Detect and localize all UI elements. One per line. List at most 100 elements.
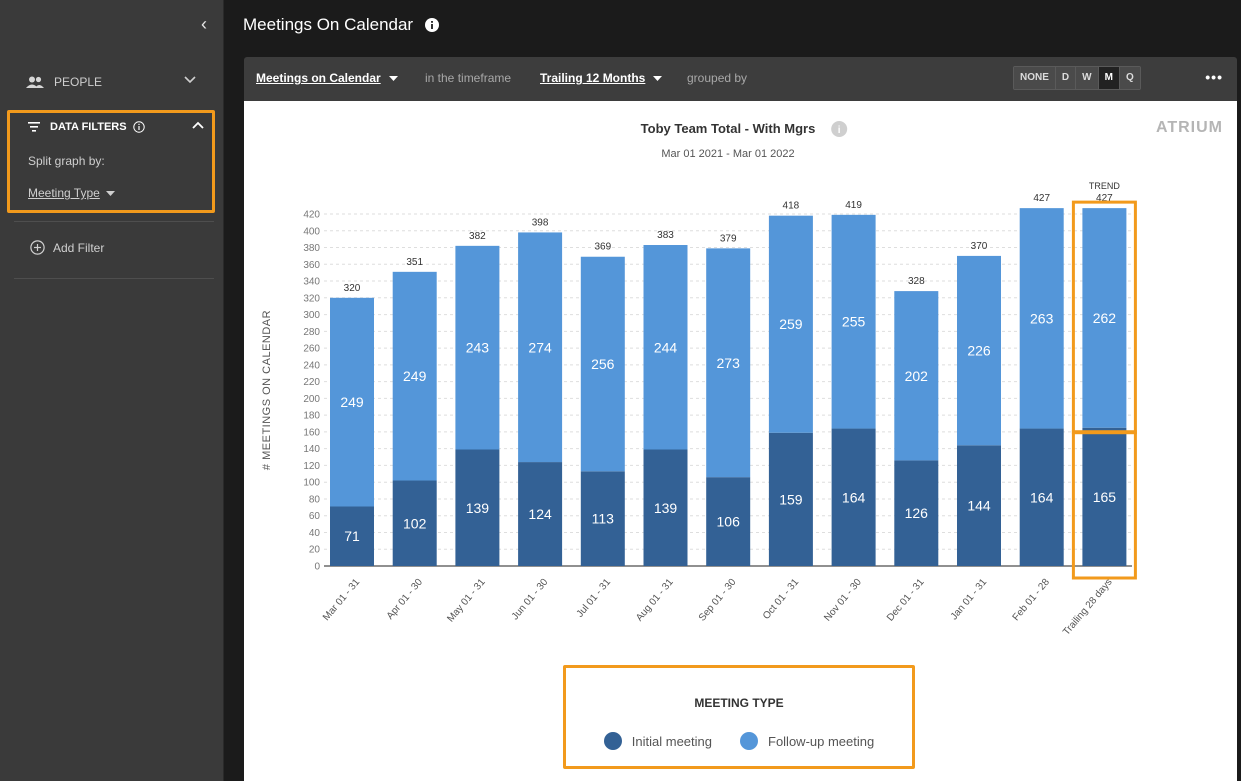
more-options-button[interactable]: ••• <box>1205 69 1223 85</box>
grouping-quarter-button[interactable]: Q <box>1119 67 1140 89</box>
info-icon[interactable] <box>425 18 440 32</box>
caret-down-icon <box>388 75 398 81</box>
info-icon[interactable] <box>132 121 145 133</box>
filter-icon <box>28 122 40 132</box>
metric-dropdown[interactable]: Meetings on Calendar <box>256 71 398 85</box>
data-label-total: 369 <box>594 242 611 253</box>
data-label-follow-up: 259 <box>779 316 803 332</box>
legend-label: Initial meeting <box>631 733 712 749</box>
x-tick-label: Oct 01 - 31 <box>761 577 802 622</box>
y-tick-label: 200 <box>303 394 320 405</box>
y-tick-label: 80 <box>309 494 321 505</box>
data-label-follow-up: 243 <box>466 340 490 356</box>
y-tick-label: 420 <box>303 210 320 221</box>
page-title: Meetings On Calendar <box>243 15 440 35</box>
timeframe-prefix: in the timeframe <box>425 71 512 85</box>
legend-label: Follow-up meeting <box>768 733 875 749</box>
x-tick-label: Mar 01 - 31 <box>321 577 363 624</box>
sidebar-divider <box>14 221 214 222</box>
data-label-initial: 144 <box>967 498 991 514</box>
data-label-initial: 164 <box>1030 489 1054 505</box>
timeframe-dropdown[interactable]: Trailing 12 Months <box>540 71 663 85</box>
y-tick-label: 380 <box>303 243 320 254</box>
data-label-initial: 113 <box>592 511 615 527</box>
stacked-bar-chart: Toby Team Total - With Mgrs i Mar 01 2021 … <box>261 121 1137 638</box>
data-label-total: 328 <box>908 276 925 287</box>
y-tick-label: 0 <box>314 562 320 573</box>
sidebar: ‹ PEOPLE DATA FILTERS Split graph by: Me… <box>0 0 224 781</box>
grouping-week-button[interactable]: W <box>1076 67 1099 89</box>
caret-down-icon <box>653 75 663 81</box>
data-label-follow-up: 255 <box>842 314 866 330</box>
y-tick-label: 340 <box>303 277 320 288</box>
y-tick-label: 400 <box>303 226 320 237</box>
y-tick-label: 160 <box>303 427 320 438</box>
grouping-selector: NONE D W M Q <box>1013 66 1141 90</box>
x-tick-label: Jul 01 - 31 <box>575 577 614 620</box>
data-label-total: 418 <box>783 201 800 212</box>
data-filters-header[interactable]: DATA FILTERS <box>28 121 145 133</box>
people-icon <box>26 76 44 88</box>
y-tick-label: 320 <box>303 293 320 304</box>
add-filter-button[interactable]: Add Filter <box>30 240 104 255</box>
legend-swatch <box>740 732 758 750</box>
data-label-initial: 126 <box>905 505 929 521</box>
legend-title: MEETING TYPE <box>694 696 784 710</box>
data-label-initial: 159 <box>779 491 803 507</box>
chart-panel: ATRIUM Toby Team Total - With Mgrs i Mar 0… <box>244 101 1237 781</box>
x-tick-label: Sep 01 - 30 <box>697 577 739 624</box>
chevron-up-icon[interactable] <box>192 121 204 129</box>
data-label-total: 427 <box>1033 193 1050 204</box>
x-tick-label: Feb 01 - 28 <box>1011 577 1053 624</box>
chart-title: Toby Team Total - With Mgrs <box>641 121 816 136</box>
x-tick-label: Trailing 28 days <box>1061 577 1115 638</box>
data-label-follow-up: 202 <box>905 368 929 384</box>
data-label-total: 398 <box>532 217 549 228</box>
data-label-follow-up: 273 <box>717 355 741 371</box>
data-label-initial: 102 <box>403 515 427 531</box>
people-section-toggle[interactable]: PEOPLE <box>14 70 214 94</box>
legend-item-follow-up-meeting[interactable]: Follow-up meeting <box>740 732 874 750</box>
add-filter-label: Add Filter <box>53 240 105 255</box>
data-label-initial: 106 <box>717 514 741 530</box>
caret-down-icon <box>105 190 115 196</box>
data-label-initial: 139 <box>654 500 678 516</box>
grouping-none-button[interactable]: NONE <box>1014 67 1056 89</box>
data-label-follow-up: 249 <box>403 368 427 384</box>
data-label-follow-up: 244 <box>654 339 678 355</box>
y-tick-label: 220 <box>303 377 320 388</box>
data-label-follow-up: 262 <box>1093 310 1117 326</box>
split-by-value: Meeting Type <box>28 186 100 200</box>
y-tick-label: 40 <box>309 528 321 539</box>
legend-item-initial-meeting[interactable]: Initial meeting <box>603 732 712 750</box>
x-tick-label: Jan 01 - 31 <box>949 577 990 623</box>
people-label: PEOPLE <box>54 75 103 89</box>
grouping-day-button[interactable]: D <box>1055 67 1077 89</box>
collapse-sidebar-button[interactable]: ‹ <box>196 14 212 34</box>
data-label-initial: 165 <box>1093 489 1117 505</box>
x-tick-label: May 01 - 31 <box>445 577 488 625</box>
page-title-text: Meetings On Calendar <box>243 15 414 34</box>
sidebar-divider <box>14 278 214 279</box>
legend-items: Initial meeting Follow-up meeting <box>566 732 912 750</box>
data-label-follow-up: 274 <box>528 339 552 355</box>
y-tick-label: 360 <box>303 260 320 271</box>
y-tick-label: 60 <box>309 511 321 522</box>
y-axis-label: # MEETINGS ON CALENDAR <box>261 310 273 470</box>
info-icon-glyph: i <box>838 125 841 136</box>
chart-toolbar: Meetings on Calendar in the timeframe Tr… <box>244 57 1237 101</box>
grouping-month-button[interactable]: M <box>1098 67 1120 89</box>
data-label-total: 320 <box>344 283 361 294</box>
data-label-follow-up: 256 <box>591 356 615 372</box>
data-label-follow-up: 226 <box>967 343 991 359</box>
trend-label: TREND <box>1089 181 1120 191</box>
data-label-initial: 71 <box>344 528 360 544</box>
data-label-initial: 124 <box>528 506 552 522</box>
y-tick-label: 20 <box>309 545 321 556</box>
chevron-down-icon <box>184 76 196 84</box>
data-label-initial: 139 <box>466 500 490 516</box>
data-label-total: 383 <box>657 230 674 241</box>
y-tick-label: 140 <box>303 444 320 455</box>
split-by-dropdown[interactable]: Meeting Type <box>28 186 115 200</box>
x-tick-label: Aug 01 - 31 <box>634 577 676 624</box>
